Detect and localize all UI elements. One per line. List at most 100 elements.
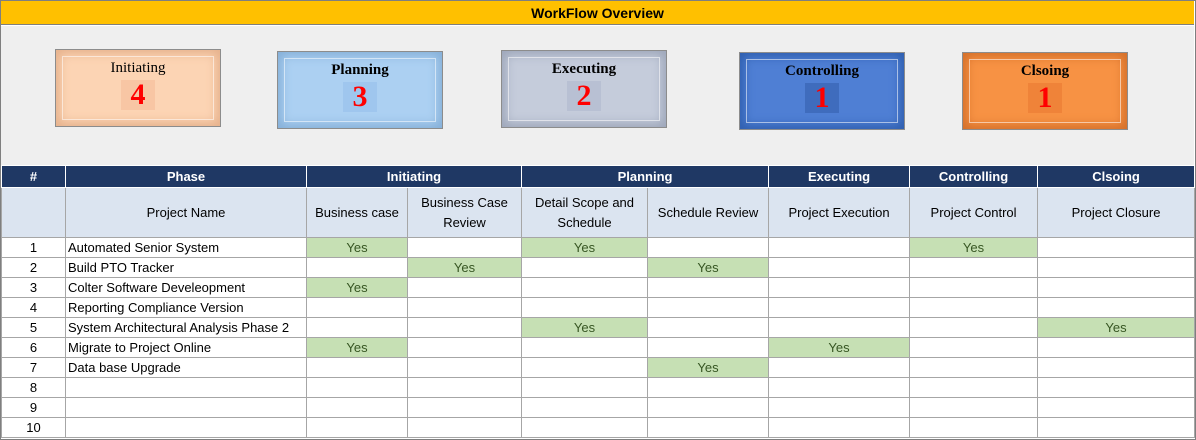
- row-number[interactable]: 8: [1, 377, 66, 398]
- phase-status-cell[interactable]: [647, 377, 770, 398]
- phase-status-cell[interactable]: [768, 277, 911, 298]
- phase-status-cell[interactable]: [306, 417, 408, 438]
- phase-status-cell[interactable]: [406, 357, 523, 378]
- row-number[interactable]: 3: [1, 277, 66, 298]
- phase-status-cell[interactable]: [521, 377, 649, 398]
- project-name-cell[interactable]: Automated Senior System: [65, 237, 307, 258]
- project-name-cell[interactable]: Data base Upgrade: [65, 357, 307, 378]
- phase-status-cell[interactable]: [647, 417, 770, 438]
- phase-status-cell[interactable]: [909, 397, 1039, 418]
- phase-status-cell[interactable]: [306, 317, 408, 338]
- phase-status-cell[interactable]: [306, 397, 408, 418]
- sub-header-schedule-review: Schedule Review: [647, 187, 770, 238]
- phase-status-cell[interactable]: [768, 397, 911, 418]
- phase-status-cell[interactable]: [406, 417, 523, 438]
- phase-status-cell[interactable]: [521, 417, 649, 438]
- card-controlling-count: 1: [805, 83, 839, 113]
- card-controlling[interactable]: Controlling 1: [739, 52, 905, 130]
- sub-header-detail-scope: Detail Scope and Schedule: [521, 187, 649, 238]
- row-number[interactable]: 4: [1, 297, 66, 318]
- card-planning[interactable]: Planning 3: [277, 51, 443, 129]
- phase-status-cell[interactable]: [909, 257, 1039, 278]
- card-initiating[interactable]: Initiating 4: [55, 49, 221, 127]
- phase-status-cell[interactable]: [306, 377, 408, 398]
- phase-status-cell[interactable]: Yes: [647, 357, 770, 378]
- phase-status-cell[interactable]: [406, 317, 523, 338]
- phase-status-cell[interactable]: [521, 257, 649, 278]
- project-name-cell[interactable]: [65, 417, 307, 438]
- phase-status-cell[interactable]: [909, 277, 1039, 298]
- phase-status-cell[interactable]: [306, 297, 408, 318]
- project-name-cell[interactable]: [65, 377, 307, 398]
- phase-status-cell[interactable]: [647, 277, 770, 298]
- phase-status-cell[interactable]: [1037, 277, 1196, 298]
- phase-status-cell[interactable]: Yes: [521, 317, 649, 338]
- phase-status-cell[interactable]: [306, 357, 408, 378]
- project-name-cell[interactable]: Colter Software Develeopment: [65, 277, 307, 298]
- project-name-cell[interactable]: Build PTO Tracker: [65, 257, 307, 278]
- phase-status-cell[interactable]: [1037, 377, 1196, 398]
- phase-status-cell[interactable]: [909, 337, 1039, 358]
- phase-status-cell[interactable]: [768, 377, 911, 398]
- card-executing[interactable]: Executing 2: [501, 50, 667, 128]
- phase-status-cell[interactable]: [647, 337, 770, 358]
- phase-status-cell[interactable]: [1037, 257, 1196, 278]
- phase-status-cell[interactable]: Yes: [306, 277, 408, 298]
- phase-status-cell[interactable]: Yes: [768, 337, 911, 358]
- phase-status-cell[interactable]: [406, 397, 523, 418]
- row-number[interactable]: 1: [1, 237, 66, 258]
- phase-status-cell[interactable]: [406, 297, 523, 318]
- phase-status-cell[interactable]: [306, 257, 408, 278]
- phase-status-cell[interactable]: [647, 317, 770, 338]
- phase-status-cell[interactable]: [406, 277, 523, 298]
- phase-status-cell[interactable]: [647, 297, 770, 318]
- phase-status-cell[interactable]: [1037, 237, 1196, 258]
- phase-status-cell[interactable]: [909, 357, 1039, 378]
- phase-status-cell[interactable]: [1037, 397, 1196, 418]
- phase-status-cell[interactable]: [768, 257, 911, 278]
- phase-status-cell[interactable]: [406, 377, 523, 398]
- phase-status-cell[interactable]: [521, 297, 649, 318]
- phase-status-cell[interactable]: [406, 337, 523, 358]
- project-name-cell[interactable]: System Architectural Analysis Phase 2: [65, 317, 307, 338]
- phase-status-cell[interactable]: [647, 397, 770, 418]
- row-number[interactable]: 5: [1, 317, 66, 338]
- card-closing[interactable]: Clsoing 1: [962, 52, 1128, 130]
- phase-status-cell[interactable]: Yes: [521, 237, 649, 258]
- phase-status-cell[interactable]: Yes: [406, 257, 523, 278]
- phase-status-cell[interactable]: [909, 417, 1039, 438]
- phase-status-cell[interactable]: [1037, 297, 1196, 318]
- phase-status-cell[interactable]: [768, 417, 911, 438]
- phase-status-cell[interactable]: [521, 277, 649, 298]
- phase-status-cell[interactable]: Yes: [306, 237, 408, 258]
- row-number[interactable]: 10: [1, 417, 66, 438]
- phase-status-cell[interactable]: [1037, 357, 1196, 378]
- phase-status-cell[interactable]: [521, 357, 649, 378]
- phase-status-cell[interactable]: [768, 297, 911, 318]
- phase-status-cell[interactable]: Yes: [647, 257, 770, 278]
- phase-status-cell[interactable]: [1037, 337, 1196, 358]
- phase-status-cell[interactable]: [909, 377, 1039, 398]
- phase-status-cell[interactable]: [521, 397, 649, 418]
- phase-status-cell[interactable]: Yes: [1037, 317, 1196, 338]
- phase-status-cell[interactable]: [406, 237, 523, 258]
- phase-status-cell[interactable]: [647, 237, 770, 258]
- project-name-cell[interactable]: [65, 397, 307, 418]
- row-number[interactable]: 7: [1, 357, 66, 378]
- project-name-header: Project Name: [65, 187, 307, 238]
- phase-status-cell[interactable]: [768, 357, 911, 378]
- phase-status-cell[interactable]: [909, 317, 1039, 338]
- phase-status-cell[interactable]: [768, 317, 911, 338]
- row-number[interactable]: 6: [1, 337, 66, 358]
- project-name-cell[interactable]: Reporting Compliance Version: [65, 297, 307, 318]
- phase-status-cell[interactable]: Yes: [909, 237, 1039, 258]
- card-executing-inner: Executing 2: [508, 57, 660, 121]
- phase-status-cell[interactable]: [909, 297, 1039, 318]
- phase-status-cell[interactable]: [1037, 417, 1196, 438]
- row-number[interactable]: 2: [1, 257, 66, 278]
- row-number[interactable]: 9: [1, 397, 66, 418]
- phase-status-cell[interactable]: [521, 337, 649, 358]
- phase-status-cell[interactable]: [768, 237, 911, 258]
- phase-status-cell[interactable]: Yes: [306, 337, 408, 358]
- project-name-cell[interactable]: Migrate to Project Online: [65, 337, 307, 358]
